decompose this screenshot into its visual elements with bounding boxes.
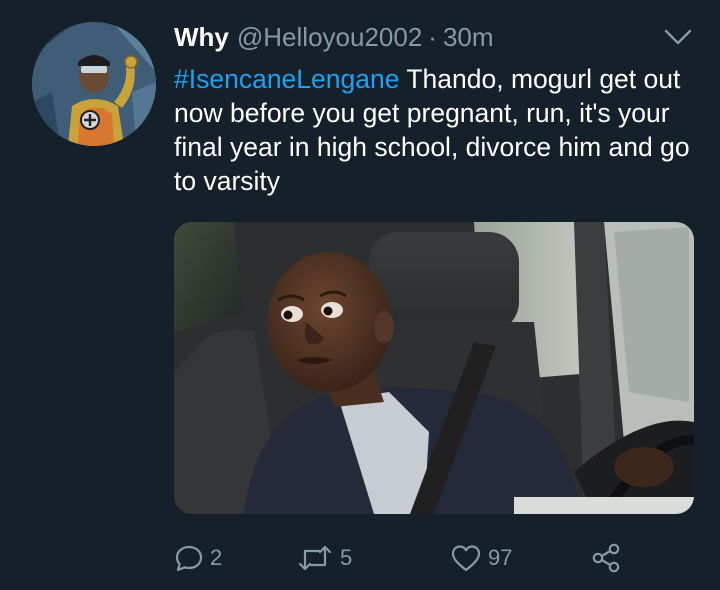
share-icon: [590, 542, 622, 574]
tweet-media-image[interactable]: [174, 222, 694, 514]
retweet-button[interactable]: 5: [296, 540, 352, 576]
timestamp[interactable]: 30m: [443, 22, 494, 53]
tweet-card[interactable]: Why @Helloyou2002 · 30m #IsencaneLengane…: [0, 0, 720, 590]
share-button[interactable]: [590, 540, 622, 576]
reply-icon: [174, 543, 204, 573]
hashtag-link[interactable]: #IsencaneLengane: [174, 64, 399, 94]
user-handle[interactable]: @Helloyou2002: [237, 22, 422, 53]
chevron-down-icon[interactable]: [662, 24, 694, 50]
avatar[interactable]: [32, 22, 156, 146]
reply-count: 2: [210, 545, 223, 570]
retweet-icon: [296, 543, 334, 573]
tweet-text: #IsencaneLengane Thando, mogurl get out …: [174, 62, 694, 198]
separator-dot: ·: [428, 22, 437, 52]
like-count: 97: [488, 545, 513, 570]
retweet-count: 5: [340, 545, 353, 570]
like-button[interactable]: 97: [450, 540, 512, 576]
tweet-header: Why @Helloyou2002 · 30m: [174, 22, 494, 56]
reply-button[interactable]: 2: [174, 540, 222, 576]
heart-icon: [450, 543, 482, 573]
tweet-actions: 2 5 97: [174, 540, 694, 576]
avatar-image: [32, 22, 156, 146]
display-name[interactable]: Why: [174, 22, 229, 53]
